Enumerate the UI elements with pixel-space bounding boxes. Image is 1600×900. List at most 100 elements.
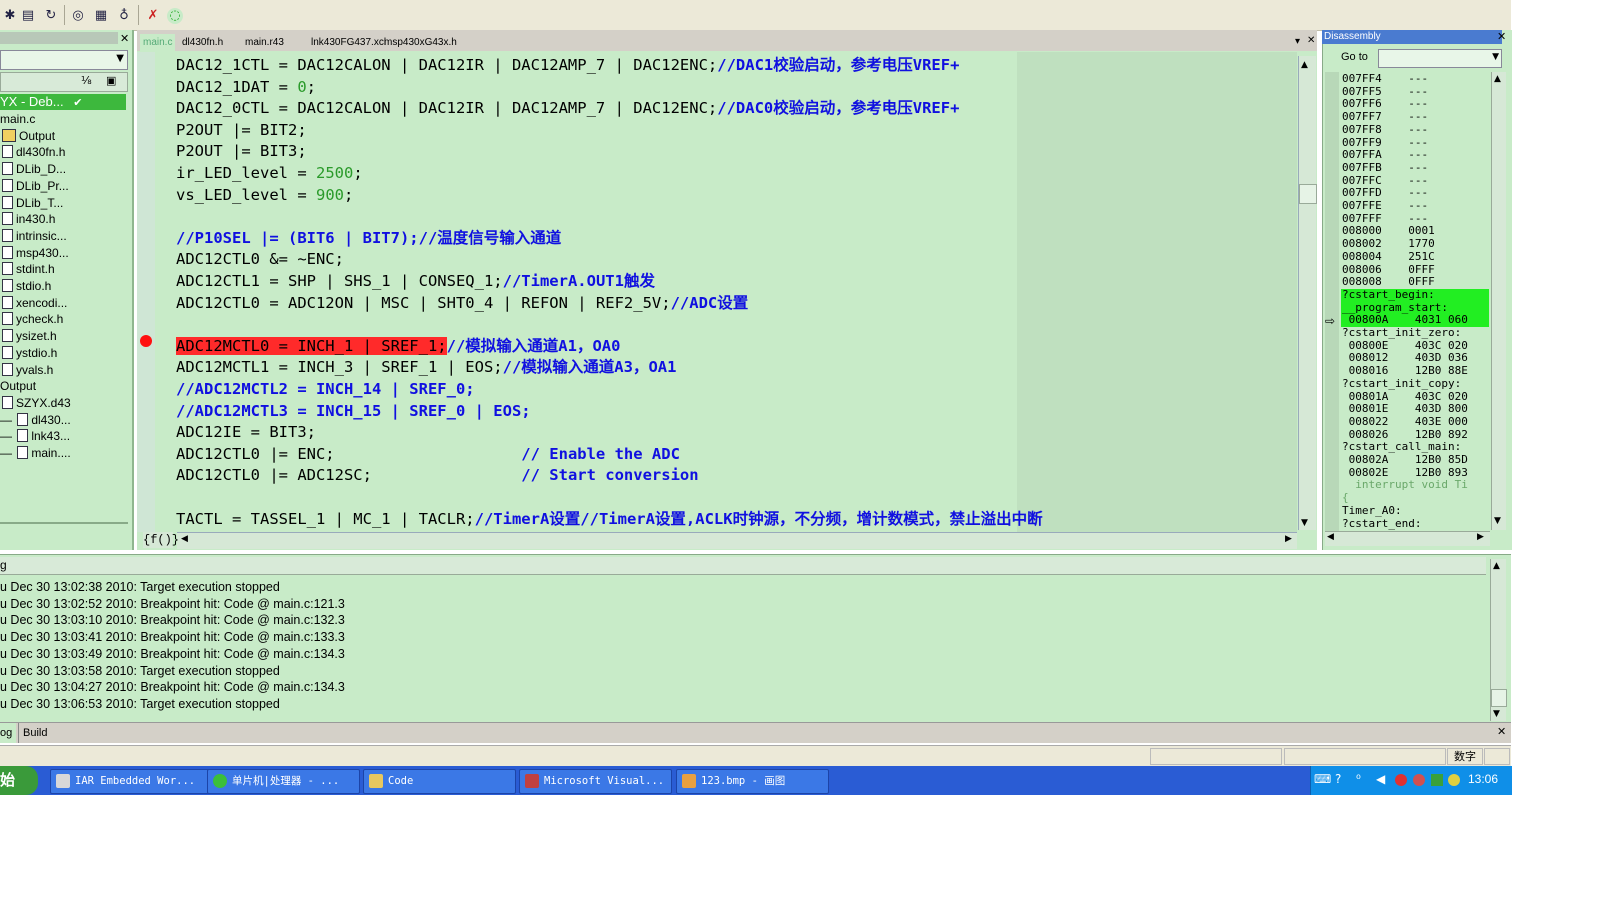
workspace-item[interactable]: intrinsic... [0, 228, 132, 244]
goto-input[interactable]: ▼ [1378, 49, 1502, 68]
reset-icon[interactable]: ↻ [43, 8, 59, 24]
workspace-item[interactable]: dl430fn.h [0, 144, 132, 160]
disassembly-line[interactable]: 00802A 12B0 85D [1342, 453, 1468, 467]
scroll-up-icon[interactable]: ▲ [1493, 561, 1500, 571]
code-line[interactable]: P2OUT |= BIT3; [176, 141, 307, 162]
workspace-item[interactable]: ystdio.h [0, 345, 132, 361]
workspace-item[interactable]: Output [0, 378, 132, 394]
close-icon[interactable]: ✕ [1497, 30, 1506, 43]
editor-vertical-scrollbar[interactable]: ▲ ▼ [1298, 56, 1317, 530]
disassembly-line[interactable]: 007FF4 --- [1342, 72, 1428, 86]
workspace-item[interactable]: yvals.h [0, 362, 132, 378]
project-header[interactable]: YX - Deb... ✔ [0, 94, 126, 110]
editor-horizontal-scrollbar[interactable]: ◀ ▶ [177, 532, 1297, 549]
code-line[interactable]: vs_LED_level = 900; [176, 185, 353, 206]
workspace-item[interactable]: Output [0, 128, 132, 144]
code-line[interactable]: ADC12CTL0 &= ~ENC; [176, 249, 344, 270]
breakpoint-gutter[interactable] [137, 52, 155, 532]
workspace-item[interactable]: in430.h [0, 211, 132, 227]
tab-build[interactable]: Build [18, 723, 51, 743]
code-view[interactable]: DAC12_1CTL = DAC12CALON | DAC12IR | DAC1… [176, 55, 1296, 535]
code-line[interactable]: ADC12CTL0 |= ENC; // Enable the ADC [176, 444, 680, 465]
workspace-item[interactable]: stdint.h [0, 261, 132, 277]
disassembly-line[interactable]: 008016 12B0 88E [1342, 364, 1468, 378]
disassembly-line[interactable]: 007FF7 --- [1342, 110, 1428, 124]
log-vertical-scrollbar[interactable]: ▲ ▼ [1490, 559, 1507, 721]
code-line[interactable]: P2OUT |= BIT2; [176, 120, 307, 141]
scroll-right-icon[interactable]: ▶ [1477, 532, 1484, 542]
code-line[interactable]: //ADC12MCTL2 = INCH_14 | SREF_0; [176, 379, 475, 400]
scrollbar-thumb[interactable] [1491, 689, 1507, 707]
close-icon[interactable]: ✕ [1497, 725, 1506, 738]
disassembly-line[interactable]: 007FFE --- [1342, 199, 1428, 213]
code-line[interactable]: DAC12_1CTL = DAC12CALON | DAC12IR | DAC1… [176, 55, 959, 76]
debug-run-icon[interactable]: ▤ [20, 8, 36, 24]
scroll-right-icon[interactable]: ▶ [1285, 534, 1292, 544]
workspace-item[interactable]: SZYX.d43 [0, 395, 132, 411]
code-line[interactable]: ir_LED_level = 2500; [176, 163, 363, 184]
task-code-folder[interactable]: Code [363, 769, 516, 794]
scroll-up-icon[interactable]: ▲ [1494, 74, 1501, 84]
task-iar-embedded-workbench[interactable]: IAR Embedded Wor... [50, 769, 223, 794]
task-browser[interactable]: 单片机|处理器 - ... [207, 769, 360, 794]
code-line[interactable]: ADC12MCTL1 = INCH_3 | SREF_1 | EOS;//模拟输… [176, 357, 676, 378]
close-icon[interactable]: ✕ [1307, 35, 1315, 46]
start-button[interactable]: 始 [0, 766, 38, 795]
memory-icon[interactable]: ▦ [93, 8, 109, 24]
code-line[interactable]: ADC12IE = BIT3; [176, 422, 316, 443]
register-icon[interactable]: ♁ [116, 8, 132, 24]
workspace-item[interactable]: ycheck.h [0, 311, 132, 327]
files-icon[interactable]: ▣ [106, 74, 116, 87]
ime-icon[interactable]: ⁰ [1356, 772, 1361, 786]
scroll-up-icon[interactable]: ▲ [1301, 60, 1308, 70]
tab-lnk430fg437-xcl[interactable]: lnk430FG437.xcl [308, 34, 389, 51]
scroll-down-icon[interactable]: ▼ [1494, 516, 1501, 526]
disassembly-line[interactable]: 007FF8 --- [1342, 123, 1428, 137]
workspace-item[interactable]: xencodi... [0, 295, 132, 311]
code-line[interactable]: ADC12CTL1 = SHP | SHS_1 | CONSEQ_1;//Tim… [176, 271, 655, 292]
disassembly-line[interactable]: interrupt void Ti [1342, 479, 1468, 492]
breakpoint-remove-icon[interactable]: ✗ [145, 8, 161, 24]
tab-dl430fn-h[interactable]: dl430fn.h [179, 34, 226, 51]
scrollbar-thumb[interactable] [1299, 184, 1317, 204]
disassembly-line[interactable]: ?cstart_end: [1342, 517, 1421, 531]
code-line[interactable]: TACTL = TASSEL_1 | MC_1 | TACLR;//TimerA… [176, 509, 1043, 530]
network-icon[interactable] [1448, 774, 1460, 786]
tab-debug-log[interactable]: og [0, 723, 16, 743]
disassembly-line[interactable]: 008008 0FFF [1342, 275, 1435, 289]
task-microsoft-visual[interactable]: Microsoft Visual... [519, 769, 672, 794]
disassembly-line[interactable]: 00801E 403D 800 [1342, 402, 1468, 416]
code-line[interactable]: //ADC12MCTL3 = INCH_15 | SREF_0 | EOS; [176, 401, 531, 422]
tab-main-r43[interactable]: main.r43 [242, 34, 287, 51]
options-icon[interactable]: ⅛ [81, 74, 92, 87]
qq-icon[interactable] [1395, 774, 1407, 786]
scroll-left-icon[interactable]: ◀ [181, 534, 188, 544]
workspace-item[interactable]: DLib_T... [0, 195, 132, 211]
code-line[interactable]: ADC12CTL0 = ADC12ON | MSC | SHT0_4 | REF… [176, 293, 748, 314]
disassembly-line[interactable]: ?cstart_init_copy: [1342, 377, 1461, 391]
code-line[interactable]: DAC12_0CTL = DAC12CALON | DAC12IR | DAC1… [176, 98, 959, 119]
scroll-down-icon[interactable]: ▼ [1493, 709, 1500, 719]
debug-step-icon[interactable]: ✱ [2, 8, 18, 24]
disassembly-line[interactable]: 007FFA --- [1342, 148, 1428, 162]
workspace-item[interactable]: — dl430... [0, 412, 132, 428]
workspace-item[interactable]: — main.... [0, 445, 132, 461]
keyboard-icon[interactable]: ⌨ [1314, 772, 1331, 786]
disassembly-line[interactable]: ?cstart_init_zero: [1342, 326, 1461, 340]
disassembly-line[interactable]: Timer_A0: [1342, 504, 1402, 518]
help-icon[interactable]: ? [1335, 772, 1341, 786]
code-line[interactable]: DAC12_1DAT = 0; [176, 77, 316, 98]
task-paint[interactable]: 123.bmp - 画图 [676, 769, 829, 794]
scroll-left-icon[interactable]: ◀ [1327, 532, 1334, 542]
scroll-down-icon[interactable]: ▼ [1301, 518, 1308, 528]
workspace-item[interactable]: DLib_Pr... [0, 178, 132, 194]
configuration-select[interactable]: ▼ [0, 50, 128, 70]
breakpoint-marker-icon[interactable] [140, 335, 152, 347]
disassembly-line[interactable]: { [1342, 491, 1349, 505]
code-line-breakpoint[interactable]: ADC12MCTL0 = INCH_1 | SREF_1;//模拟输入通道A1，… [176, 336, 620, 357]
workspace-item[interactable]: main.c [0, 111, 132, 127]
workspace-item[interactable]: ysizet.h [0, 328, 132, 344]
disassembly-line[interactable]: 007FFB --- [1342, 161, 1428, 175]
disassembly-line[interactable]: 008022 403E 000 [1342, 415, 1468, 429]
function-combo[interactable]: {f()} [143, 532, 179, 548]
